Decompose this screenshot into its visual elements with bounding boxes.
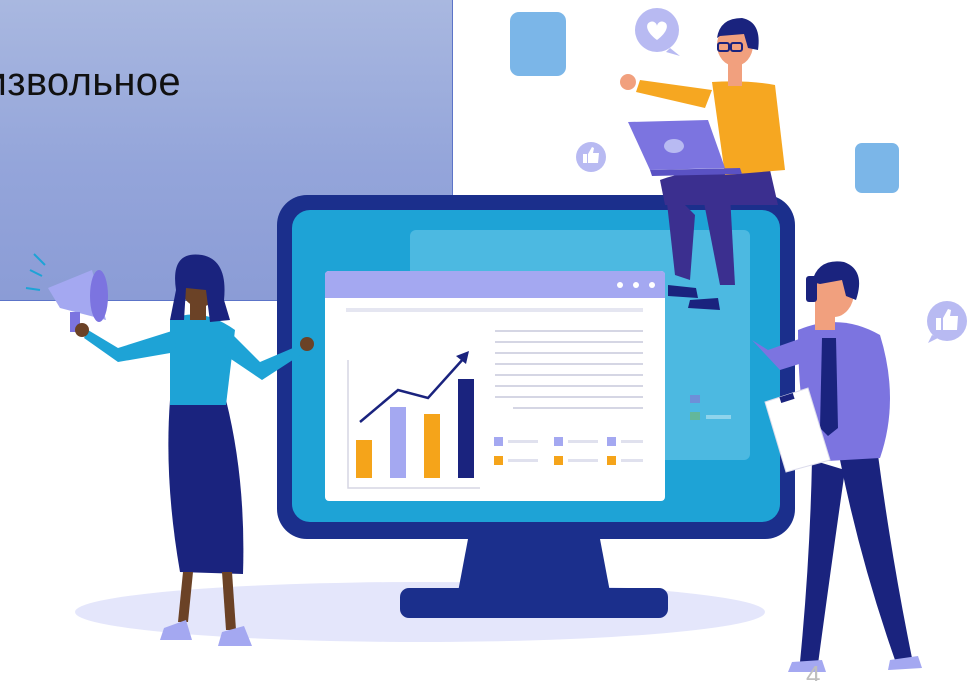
slide: оизвольное [0,0,968,681]
heart-icon [635,8,680,56]
thumbs-up-icon [576,142,606,172]
bubble-square-right [855,143,899,193]
dashboard-window [325,271,665,501]
phone-icon [806,276,817,302]
illustration [25,8,967,672]
page-number: 4 [806,660,821,681]
thumbs-up-icon [927,301,967,343]
bubble-square-top [510,12,566,76]
megaphone-icon [25,253,108,337]
